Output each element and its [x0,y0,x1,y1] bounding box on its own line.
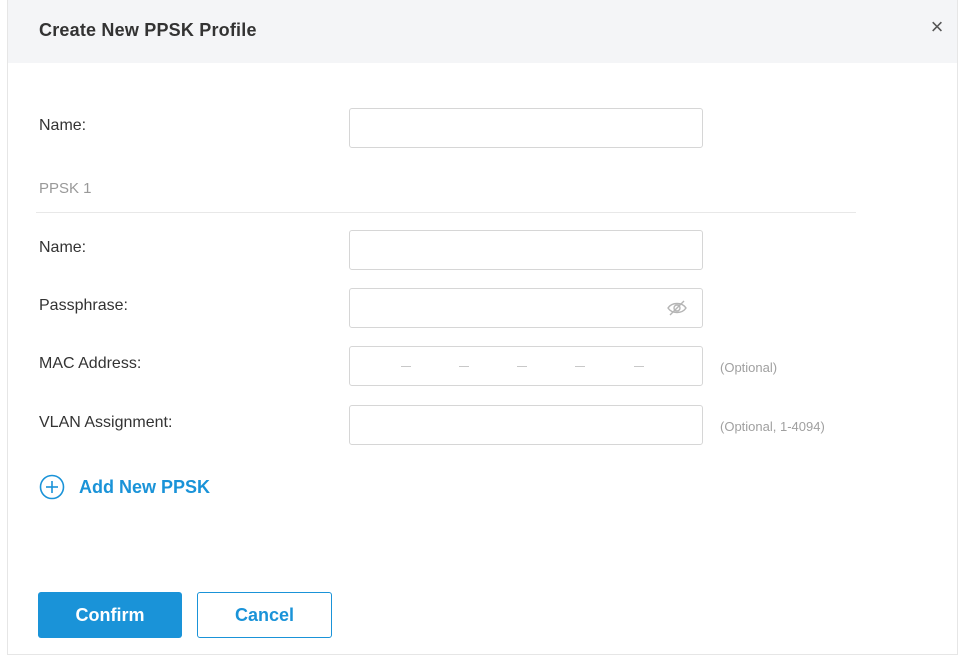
passphrase-input[interactable] [349,288,703,328]
add-new-ppsk-link[interactable]: Add New PPSK [39,474,210,500]
ppsk-section-title: PPSK 1 [39,180,92,197]
mac-separator [517,366,527,367]
mac-separator [575,366,585,367]
profile-name-label: Name: [39,117,87,134]
ppsk-name-label: Name: [39,239,87,256]
vlan-optional-hint: (Optional, 1-4094) [720,419,825,434]
mac-separator [459,366,469,367]
mac-address-label: MAC Address: [39,355,142,372]
profile-name-input[interactable] [349,108,703,148]
vlan-assignment-label: VLAN Assignment: [39,414,173,431]
eye-slash-icon[interactable] [666,299,688,317]
mac-separator [634,366,644,367]
create-ppsk-profile-dialog: Create New PPSK Profile × Name: PPSK 1 N… [7,0,958,655]
cancel-button[interactable]: Cancel [197,592,332,638]
passphrase-label: Passphrase: [39,297,128,314]
mac-separator [401,366,411,367]
dialog-title: Create New PPSK Profile [39,20,257,40]
add-new-ppsk-label: Add New PPSK [79,476,211,497]
mac-optional-hint: (Optional) [720,360,778,375]
section-divider [36,212,856,213]
vlan-assignment-input[interactable] [349,405,703,445]
ppsk-name-input[interactable] [349,230,703,270]
close-icon[interactable]: × [927,16,947,38]
dialog-header: Create New PPSK Profile × [8,0,957,63]
confirm-button[interactable]: Confirm [38,592,182,638]
plus-circle-icon [39,474,65,500]
